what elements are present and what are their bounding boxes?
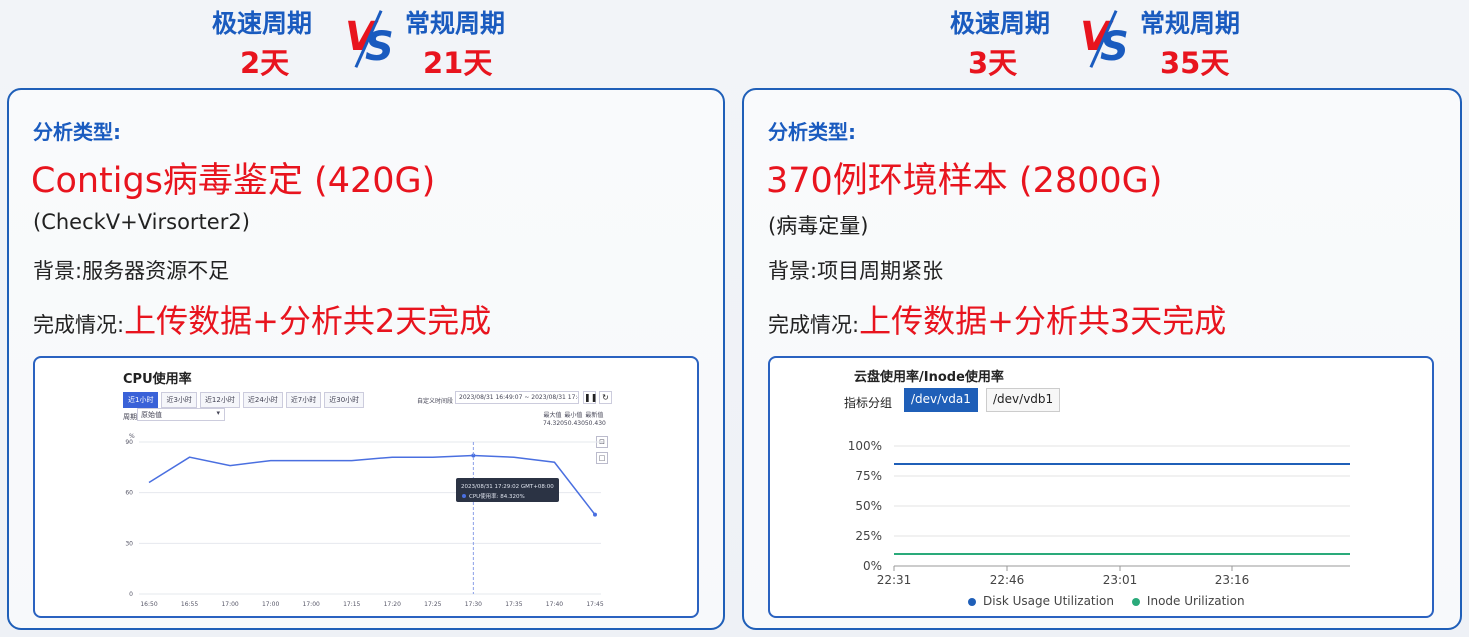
x-tick-label: 17:00	[303, 601, 320, 608]
x-tick-label: 17:35	[505, 601, 522, 608]
y-tick-label: 90	[125, 439, 133, 446]
cpu-tooltip: 2023/08/31 17:29:02 GMT+08:00 CPU使用率: 84…	[456, 478, 559, 502]
x-tick-label: 17:40	[546, 601, 563, 608]
y-tick-label: 50%	[855, 499, 882, 513]
normal-cycle-label: 常规周期	[1140, 9, 1241, 38]
tooltip-series-dot	[462, 494, 466, 498]
normal-cycle-days: 21天	[423, 46, 493, 80]
vs-logo: V S	[345, 6, 405, 76]
fast-cycle-label: 极速周期	[950, 9, 1051, 38]
y-tick-label: 0%	[863, 559, 882, 573]
normal-cycle-label: 常规周期	[405, 9, 506, 38]
legend-label: Disk Usage Utilization	[983, 594, 1114, 608]
x-tick-label: 17:00	[262, 601, 279, 608]
vs-s-letter: S	[1100, 24, 1129, 70]
tooltip-value: CPU使用率: 84.320%	[469, 492, 525, 500]
analysis-type-label: 分析类型:	[768, 120, 856, 144]
y-tick-label: 25%	[855, 529, 882, 543]
case-title: 370例环境样本 (2800G)	[766, 161, 1163, 201]
x-tick-label: 22:46	[990, 573, 1025, 587]
fast-cycle-days: 2天	[240, 46, 290, 80]
case-subtitle: (病毒定量)	[768, 214, 869, 238]
completion-value: 上传数据+分析共3天完成	[859, 302, 1227, 340]
legend-item-disk[interactable]: Disk Usage Utilization	[968, 594, 1114, 608]
disk-usage-screenshot: 云盘使用率/Inode使用率 指标分组 /dev/vda1 /dev/vdb1 …	[768, 356, 1434, 618]
y-tick-label: 60	[125, 490, 133, 497]
completion-prefix: 完成情况:	[768, 313, 860, 337]
x-tick-label: 17:20	[384, 601, 401, 608]
x-tick-label: 17:15	[343, 601, 360, 608]
cpu-usage-screenshot: CPU使用率 近1小时 近3小时 近12小时 近24小时 近7小时 近30小时 …	[33, 356, 699, 618]
y-tick-label: 0	[129, 591, 133, 598]
x-tick-label: 17:45	[586, 601, 603, 608]
right-header: 极速周期 3天 V S 常规周期 35天	[930, 0, 1450, 85]
completion-value: 上传数据+分析共2天完成	[124, 302, 492, 340]
case-title: Contigs病毒鉴定 (420G)	[31, 161, 436, 201]
vs-s-letter: S	[365, 24, 394, 70]
disk-line-chart: 0% 25% 50% 75% 100% 22:31 22:46 23:01 23:16	[848, 439, 1350, 587]
case-completion: 完成情况:上传数据+分析共2天完成	[33, 296, 491, 342]
left-header: 极速周期 2天 V S 常规周期 21天	[195, 0, 715, 85]
legend-dot	[1131, 597, 1140, 606]
x-tick-label: 17:25	[424, 601, 441, 608]
legend-dot	[968, 597, 976, 606]
case-completion: 完成情况:上传数据+分析共3天完成	[768, 296, 1226, 342]
cpu-line-chart: % 0306090 16:50 16:55 17:00 17:00 17:00 17:15…	[125, 433, 603, 608]
tooltip-time: 2023/08/31 17:29:02 GMT+08:00	[461, 484, 554, 490]
chart-legend: Disk Usage Utilization Inode Urilization	[968, 594, 1245, 608]
case-background: 背景:服务器资源不足	[33, 259, 230, 283]
y-tick-label: 100%	[848, 439, 882, 453]
fast-cycle-days: 3天	[968, 46, 1018, 80]
x-tick-label: 17:30	[465, 601, 482, 608]
fast-cycle-label: 极速周期	[212, 9, 313, 38]
x-tick-label: 23:01	[1103, 573, 1138, 587]
case-background: 背景:项目周期紧张	[768, 259, 944, 283]
y-tick-label: 30	[125, 540, 133, 547]
completion-prefix: 完成情况:	[33, 313, 125, 337]
x-tick-label: 22:31	[877, 573, 912, 587]
vs-logo: V S	[1080, 6, 1140, 76]
legend-label: Inode Urilization	[1146, 594, 1245, 608]
left-case-panel: 分析类型: Contigs病毒鉴定 (420G) (CheckV+Virsort…	[7, 88, 725, 630]
x-tick-label: 17:00	[221, 601, 238, 608]
y-tick-label: 75%	[855, 469, 882, 483]
x-tick-label: 16:50	[140, 601, 157, 608]
case-subtitle: (CheckV+Virsorter2)	[33, 210, 250, 234]
x-tick-label: 23:16	[1215, 573, 1250, 587]
normal-cycle-days: 35天	[1160, 46, 1230, 80]
x-tick-label: 16:55	[181, 601, 198, 608]
data-point	[593, 512, 597, 517]
right-case-panel: 分析类型: 370例环境样本 (2800G) (病毒定量) 背景:项目周期紧张 …	[742, 88, 1462, 630]
analysis-type-label: 分析类型:	[33, 120, 121, 144]
legend-item-inode[interactable]: Inode Urilization	[1131, 594, 1245, 608]
